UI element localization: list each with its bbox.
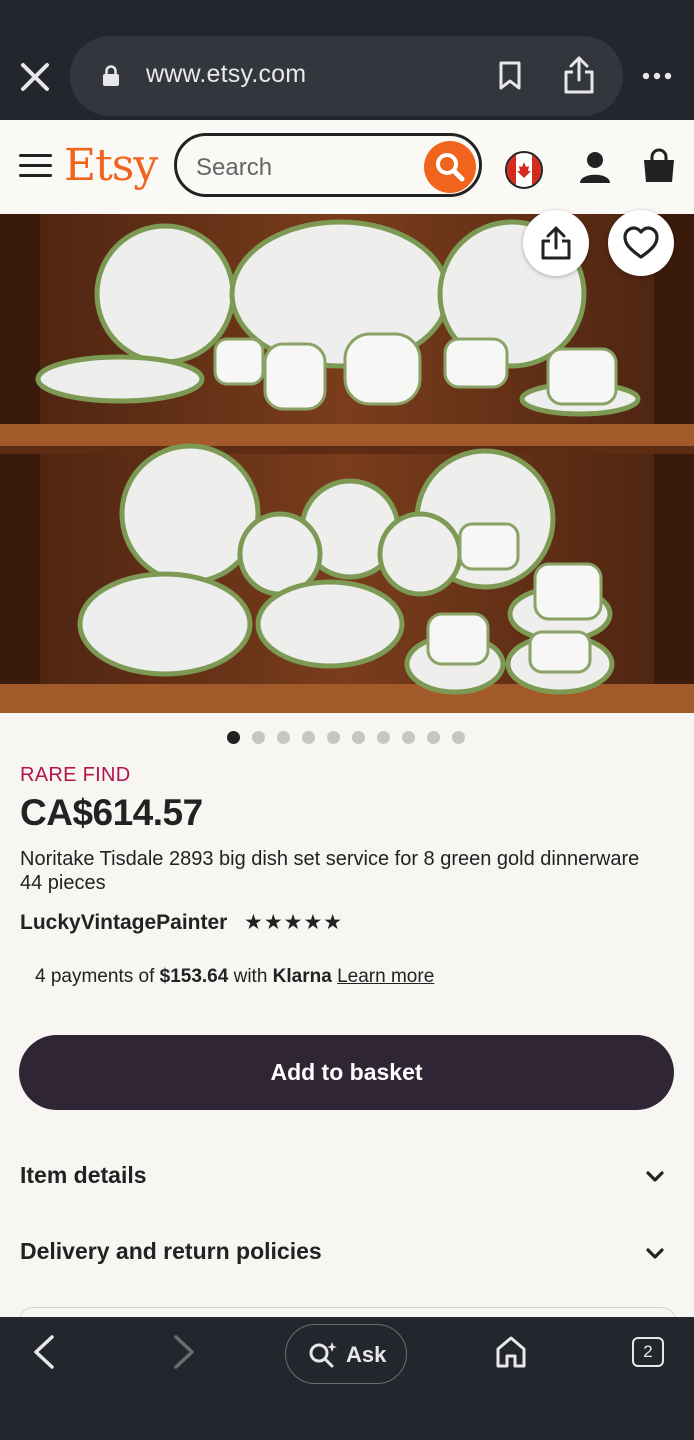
klarna-amount: $153.64 — [159, 966, 229, 987]
heart-icon — [623, 226, 659, 259]
lock-icon — [103, 65, 119, 86]
pager-dot[interactable] — [427, 731, 440, 744]
search-button[interactable] — [424, 141, 476, 193]
more-options-icon[interactable] — [642, 70, 672, 82]
klarna-learn-more-link[interactable]: Learn more — [337, 966, 434, 987]
bookmark-icon[interactable] — [497, 60, 523, 92]
product-price: CA$614.57 — [20, 792, 203, 833]
rare-find-badge: RARE FIND — [20, 764, 131, 786]
forward-icon[interactable] — [168, 1334, 198, 1370]
tabs-count-button[interactable]: 2 — [632, 1337, 664, 1367]
favorite-button[interactable] — [608, 210, 674, 276]
chevron-down-icon[interactable] — [645, 1243, 665, 1263]
product-image[interactable] — [0, 214, 694, 713]
seller-name[interactable]: LuckyVintagePainter — [20, 911, 227, 935]
search-icon — [436, 153, 465, 182]
basket-icon[interactable] — [641, 148, 677, 184]
delivery-policies-toggle[interactable]: Delivery and return policies — [20, 1238, 322, 1265]
pager-dot[interactable] — [252, 731, 265, 744]
pager-dot[interactable] — [352, 731, 365, 744]
share-listing-button[interactable] — [523, 210, 589, 276]
back-icon[interactable] — [30, 1334, 60, 1370]
item-details-toggle[interactable]: Item details — [20, 1162, 147, 1189]
etsy-logo[interactable]: Etsy — [64, 140, 158, 191]
rating-stars[interactable]: ★★★★★ — [244, 910, 343, 935]
url-text[interactable]: www.etsy.com — [146, 60, 306, 89]
product-title: Noritake Tisdale 2893 big dish set servi… — [20, 848, 640, 894]
pager-dot[interactable] — [277, 731, 290, 744]
pager-dot[interactable] — [377, 731, 390, 744]
pager-dot[interactable] — [302, 731, 315, 744]
add-to-basket-button[interactable]: Add to basket — [19, 1035, 674, 1110]
klarna-payments: 4 payments of $153.64 with Klarna Learn … — [35, 966, 434, 988]
klarna-middle: with — [228, 966, 273, 987]
canada-flag-icon[interactable] — [505, 151, 543, 189]
pager-dot[interactable] — [452, 731, 465, 744]
klarna-prefix: 4 payments of — [35, 966, 160, 987]
pager-dot[interactable] — [327, 731, 340, 744]
account-icon[interactable] — [578, 150, 612, 184]
share-icon[interactable] — [561, 54, 597, 96]
share-icon — [541, 226, 571, 260]
klarna-brand: Klarna — [272, 966, 332, 987]
menu-icon[interactable] — [19, 154, 52, 180]
chevron-down-icon[interactable] — [645, 1166, 665, 1186]
home-icon[interactable] — [494, 1334, 528, 1370]
ask-sparkle-icon — [309, 1342, 337, 1368]
pager-dot[interactable] — [227, 731, 240, 744]
ask-label[interactable]: Ask — [346, 1342, 386, 1368]
close-icon[interactable] — [18, 60, 52, 94]
search-placeholder[interactable]: Search — [196, 154, 272, 182]
pager-dot[interactable] — [402, 731, 415, 744]
